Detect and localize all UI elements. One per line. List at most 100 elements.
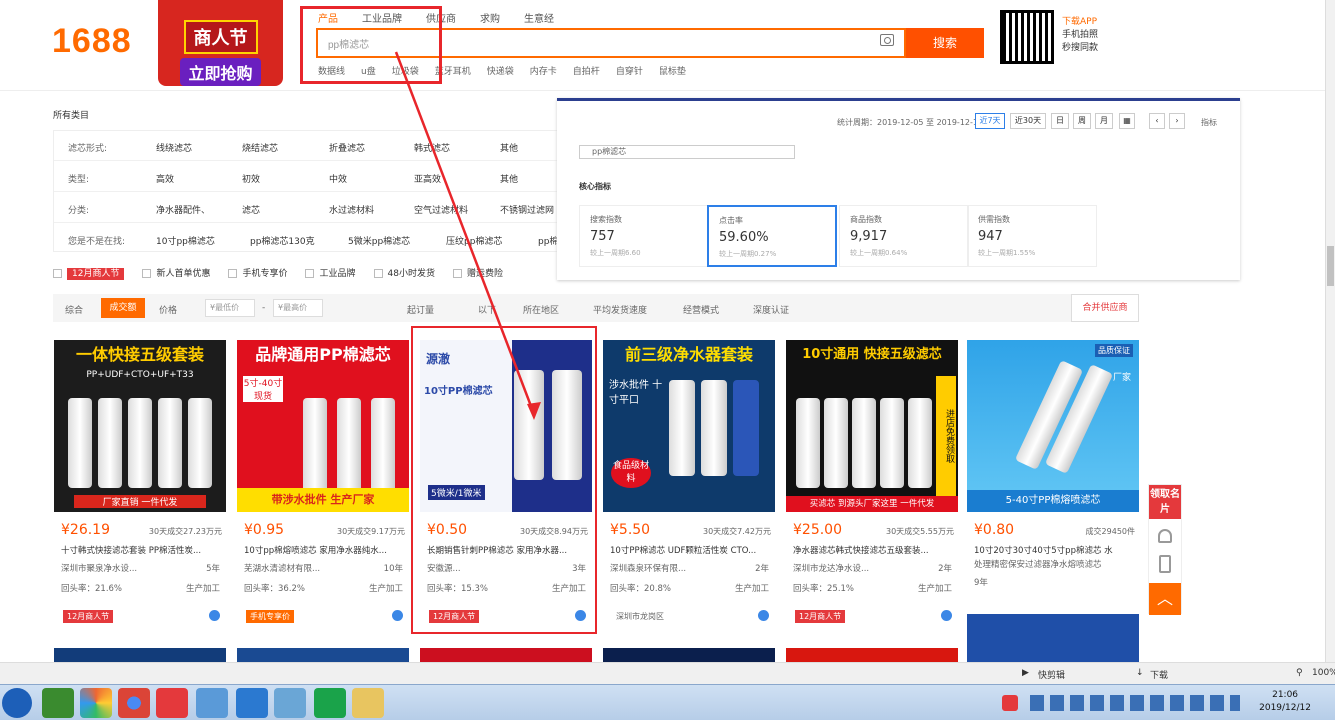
- product-card-partial[interactable]: [237, 648, 409, 662]
- chat-icon[interactable]: [209, 610, 220, 621]
- range-month[interactable]: 月: [1095, 113, 1113, 129]
- system-clock[interactable]: 21:06 2019/12/12: [1259, 689, 1311, 715]
- chrome-icon[interactable]: [118, 688, 150, 718]
- hot-word[interactable]: 自穿针: [616, 64, 643, 77]
- start-button[interactable]: [2, 688, 32, 718]
- product-image[interactable]: 10寸通用 快接五级滤芯 进店免费领取 买滤芯 到源头厂家这里 一件代发: [786, 340, 958, 512]
- metric-ctr[interactable]: 点击率 59.60% 较上一周期0.27%: [707, 205, 837, 267]
- promo-check[interactable]: 12月商人节: [53, 266, 125, 280]
- headset-icon[interactable]: [1158, 529, 1172, 543]
- filter-option[interactable]: 空气过滤材料: [414, 203, 468, 216]
- page-scrollbar[interactable]: [1325, 0, 1335, 662]
- product-card[interactable]: 10寸通用 快接五级滤芯 进店免费领取 买滤芯 到源头厂家这里 一件代发 ¥25…: [786, 340, 958, 635]
- metric-product-index[interactable]: 商品指数 9,917 较上一周期0.64%: [839, 205, 969, 267]
- check-mobile-price[interactable]: 手机专享价: [228, 266, 287, 279]
- product-company[interactable]: 深圳森泉环保有限...: [610, 562, 686, 574]
- search-icon[interactable]: ⚲: [1296, 668, 1303, 678]
- filter-option[interactable]: 韩式滤芯: [414, 141, 450, 154]
- product-company[interactable]: 深圳市聚泉净水设...: [61, 562, 137, 574]
- check-industry-brand[interactable]: 工业品牌: [305, 266, 356, 279]
- filter-option[interactable]: 烧结滤芯: [242, 141, 278, 154]
- filter-option[interactable]: pp棉滤芯130克: [250, 234, 315, 247]
- calendar-icon[interactable]: ▦: [1119, 113, 1135, 129]
- sheet-app-icon[interactable]: [314, 688, 346, 718]
- tab-business[interactable]: 生意经: [524, 10, 554, 25]
- min-price-input[interactable]: ¥最低价: [205, 299, 255, 317]
- sort-turnover[interactable]: 成交额: [101, 298, 145, 318]
- sort-moq[interactable]: 起订量: [407, 303, 434, 316]
- chat-icon[interactable]: [392, 610, 403, 621]
- prev-icon[interactable]: ‹: [1149, 113, 1165, 129]
- range-day[interactable]: 日: [1051, 113, 1069, 129]
- filter-option[interactable]: 净水器配件、: [156, 203, 210, 216]
- product-title[interactable]: 10寸20寸30寸40寸5寸pp棉滤芯 水: [974, 544, 1134, 556]
- filter-option[interactable]: 10寸pp棉滤芯: [156, 234, 215, 247]
- filter-option[interactable]: 滤芯: [242, 203, 260, 216]
- filter-option[interactable]: 不锈钢过滤网: [500, 203, 554, 216]
- tray-app-icon[interactable]: [1002, 695, 1018, 711]
- wps-icon[interactable]: [156, 688, 188, 718]
- filter-option[interactable]: 中效: [329, 172, 347, 185]
- phone-icon[interactable]: [1159, 555, 1171, 573]
- product-title[interactable]: 10寸pp棉熔喷滤芯 家用净水器纯水...: [244, 544, 404, 556]
- filter-option[interactable]: 5微米pp棉滤芯: [348, 234, 410, 247]
- product-card[interactable]: 品质保证 厂家 5-40寸PP棉熔喷滤芯 ¥0.80 成交29450件 10寸2…: [967, 340, 1139, 635]
- metric-select[interactable]: 指标: [1201, 117, 1217, 128]
- search-button[interactable]: 搜索: [906, 28, 984, 58]
- product-card[interactable]: 一体快接五级套装 PP+UDF+CTO+UF+T33 厂家直销 一件代发 ¥26…: [54, 340, 226, 635]
- tab-purchase[interactable]: 求购: [480, 10, 500, 25]
- hot-word[interactable]: 自拍杆: [573, 64, 600, 77]
- download-label[interactable]: 下载: [1150, 668, 1168, 681]
- product-title[interactable]: 净水器滤芯韩式快接滤芯五级套装...: [793, 544, 953, 556]
- check-48h-ship[interactable]: 48小时发货: [373, 266, 435, 279]
- range-30d[interactable]: 近30天: [1010, 113, 1046, 129]
- product-image[interactable]: 前三级净水器套装 涉水批件 十寸平口 食品级材料: [603, 340, 775, 512]
- browser-icon[interactable]: [42, 688, 74, 718]
- product-company[interactable]: 芜湖水清滤材有限...: [244, 562, 320, 574]
- filter-ship-speed[interactable]: 平均发货速度: [593, 303, 647, 316]
- quick-edit-label[interactable]: 快剪辑: [1038, 668, 1065, 681]
- filter-option[interactable]: 高效: [156, 172, 174, 185]
- filter-option[interactable]: 折叠滤芯: [329, 141, 365, 154]
- product-company[interactable]: 处理精密保安过滤器净水熔喷滤芯: [974, 558, 1102, 570]
- filter-option[interactable]: 初效: [242, 172, 260, 185]
- filter-option[interactable]: 线绕滤芯: [156, 141, 192, 154]
- metric-supply-demand[interactable]: 供需指数 947 较上一周期1.55%: [967, 205, 1097, 267]
- folder-icon[interactable]: [352, 688, 384, 718]
- product-card[interactable]: 前三级净水器套装 涉水批件 十寸平口 食品级材料 ¥5.50 30天成交7.42…: [603, 340, 775, 635]
- check-new-user[interactable]: 新人首单优惠: [142, 266, 210, 279]
- chat-icon[interactable]: [758, 610, 769, 621]
- hot-word[interactable]: 鼠标垫: [659, 64, 686, 77]
- filter-option[interactable]: 亚高效: [414, 172, 441, 185]
- product-card[interactable]: 品牌通用PP棉滤芯 5寸-40寸现货 带涉水批件 生产厂家 ¥0.95 30天成…: [237, 340, 409, 635]
- filter-option[interactable]: pp棉: [538, 234, 558, 247]
- sort-price[interactable]: 价格: [159, 303, 177, 316]
- photo-app-icon[interactable]: [80, 688, 112, 718]
- check-freight-insurance[interactable]: 赠运费险: [452, 266, 503, 279]
- range-7d[interactable]: 近7天: [975, 113, 1005, 129]
- network-app-icon[interactable]: [196, 688, 228, 718]
- chat-icon[interactable]: [941, 610, 952, 621]
- next-icon[interactable]: ›: [1169, 113, 1185, 129]
- hot-word[interactable]: 快递袋: [487, 64, 514, 77]
- max-price-input[interactable]: ¥最高价: [273, 299, 323, 317]
- play-icon[interactable]: ▶: [1022, 668, 1029, 678]
- promo-banner[interactable]: 商人节 立即抢购: [158, 0, 283, 86]
- filter-business-mode[interactable]: 经营模式: [683, 303, 719, 316]
- product-image[interactable]: 品质保证 厂家 5-40寸PP棉熔喷滤芯: [967, 340, 1139, 512]
- scrollbar-thumb[interactable]: [1327, 246, 1334, 286]
- get-card-button[interactable]: 领取名片: [1149, 485, 1181, 519]
- product-card-partial[interactable]: [603, 648, 775, 662]
- product-image[interactable]: 一体快接五级套装 PP+UDF+CTO+UF+T33 厂家直销 一件代发: [54, 340, 226, 512]
- notepad-icon[interactable]: [274, 688, 306, 718]
- filter-option[interactable]: 压纹pp棉滤芯: [446, 234, 502, 247]
- camera-icon[interactable]: [880, 34, 894, 46]
- stats-keyword-input[interactable]: pp棉滤芯: [579, 145, 795, 159]
- product-title[interactable]: 10寸PP棉滤芯 UDF颗粒活性炭 CTO...: [610, 544, 770, 556]
- filter-option[interactable]: 水过滤材料: [329, 203, 374, 216]
- filter-option[interactable]: 其他: [500, 172, 518, 185]
- chat-app-icon[interactable]: [236, 688, 268, 718]
- app-download[interactable]: 下载APP 手机拍照 秒搜同款: [1062, 16, 1098, 55]
- product-card-partial[interactable]: [420, 648, 592, 662]
- merge-supplier-button[interactable]: 合并供应商: [1071, 294, 1139, 322]
